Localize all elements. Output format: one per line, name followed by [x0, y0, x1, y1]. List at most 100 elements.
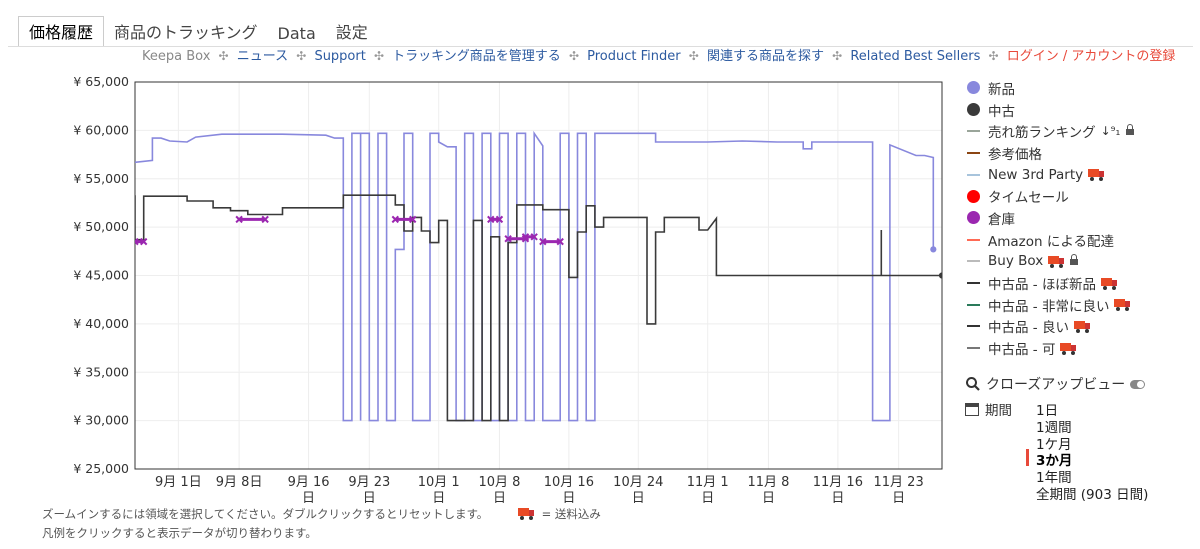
x-tick-label: 10月 16	[544, 475, 594, 490]
period-option-1-day[interactable]: 1日	[1036, 399, 1148, 419]
legend-amazon-delivery-marker	[966, 238, 980, 241]
chart-legend: 新品 中古 売れ筋ランキング ↓⁹₁ 参考価格 New 3rd Party タイ…	[965, 77, 1135, 359]
legend-used-like-new-marker	[966, 282, 980, 285]
series-line-used	[135, 194, 942, 422]
legend-label: 新品	[988, 81, 1015, 98]
search-icon	[966, 377, 980, 391]
legend-label: 中古品 - 可	[988, 342, 1056, 359]
legend-item-new-3rd-party[interactable]: New 3rd Party	[965, 164, 1134, 186]
truck-icon	[1048, 255, 1065, 268]
x-tick-label-suffix: 日	[831, 491, 844, 506]
series-line-new	[135, 130, 935, 422]
legend-item-list-price[interactable]: 参考価格	[965, 142, 1134, 164]
legend-used-marker	[966, 103, 980, 117]
period-option-all[interactable]: 全期間 (903 日間)	[1036, 483, 1148, 503]
x-tick-label: 9月 8日	[216, 475, 263, 490]
shipping-included-note: = 送料込み	[541, 507, 601, 521]
legend-used-very-good-marker	[966, 303, 980, 306]
legend-new-3rd-party-marker	[966, 173, 980, 176]
legend-item-new[interactable]: 新品	[965, 77, 1134, 99]
truck-icon	[1073, 320, 1090, 333]
legend-buy-box-marker	[966, 260, 980, 263]
plot-series-group	[135, 130, 942, 422]
legend-used-acceptable-marker	[966, 347, 980, 350]
x-tick-label: 11月 1	[687, 475, 729, 490]
legend-label: 参考価格	[988, 146, 1042, 163]
y-tick-label: ¥ 45,000	[73, 268, 129, 283]
x-tick-label-suffix: 日	[302, 491, 315, 506]
legend-item-lightning-deal[interactable]: タイムセール	[965, 185, 1134, 207]
legend-label: 倉庫	[988, 211, 1015, 228]
y-tick-label: ¥ 40,000	[73, 316, 129, 331]
x-tick-label: 11月 8	[747, 475, 789, 490]
x-tick-label: 10月 24	[613, 475, 663, 490]
legend-used-good-marker	[966, 325, 980, 328]
legend-item-amazon-delivery[interactable]: Amazon による配達	[965, 229, 1134, 251]
truck-icon	[1088, 169, 1105, 182]
chart-help-text: ズームインするには領域を選択してください。ダブルクリックするとリセットします。 …	[42, 505, 601, 543]
legend-label: 中古品 - 非常に良い	[988, 298, 1110, 315]
legend-item-warehouse[interactable]: 倉庫	[965, 207, 1134, 229]
lock-icon	[1126, 124, 1135, 136]
legend-label: Amazon による配達	[988, 233, 1114, 250]
period-option-3-months[interactable]: 3か月	[1026, 449, 1148, 469]
legend-item-used-good[interactable]: 中古品 - 良い	[965, 316, 1134, 338]
series-end-marker	[930, 246, 937, 253]
x-tick-label-suffix: 日	[562, 491, 575, 506]
period-option-1-week[interactable]: 1週間	[1036, 416, 1148, 436]
legend-label: New 3rd Party	[988, 166, 1084, 183]
legend-item-used[interactable]: 中古	[965, 99, 1134, 121]
x-tick-label: 9月 23	[348, 475, 390, 490]
close-up-view-label: クローズアップビュー	[986, 377, 1126, 393]
y-tick-label: ¥ 60,000	[73, 122, 129, 137]
x-tick-label-suffix: 日	[701, 491, 714, 506]
x-tick-label-suffix: 日	[432, 491, 445, 506]
truck-icon	[1100, 277, 1117, 290]
y-tick-label: ¥ 55,000	[73, 171, 129, 186]
legend-label: 中古品 - ほぼ新品	[988, 277, 1096, 294]
sort-icon: ↓⁹₁	[1100, 124, 1121, 139]
truck-icon	[517, 508, 534, 520]
x-tick-label: 11月 16	[813, 475, 863, 490]
x-tick-label-suffix: 日	[632, 491, 645, 506]
period-label: 期間	[985, 403, 1012, 419]
calendar-icon	[965, 402, 979, 416]
close-up-view-toggle[interactable]: クローズアップビュー	[965, 374, 1146, 394]
legend-label: Buy Box	[988, 253, 1044, 270]
y-tick-label: ¥ 30,000	[73, 413, 129, 428]
legend-warehouse-marker	[966, 211, 980, 225]
truck-icon	[1060, 342, 1077, 355]
legend-label: 中古	[988, 103, 1015, 120]
legend-sales-rank-marker	[966, 130, 980, 133]
legend-item-used-very-good[interactable]: 中古品 - 非常に良い	[965, 294, 1134, 316]
series-end-marker	[938, 272, 942, 279]
zoom-help-text: ズームインするには領域を選択してください。ダブルクリックするとリセットします。	[42, 507, 489, 521]
legend-item-used-like-new[interactable]: 中古品 - ほぼ新品	[965, 272, 1134, 294]
period-selector: 期間 1日 1週間 1ケ月 3か月 1年間 全期間 (903 日間)	[965, 399, 1148, 503]
x-tick-label-suffix: 日	[493, 491, 506, 506]
y-tick-label: ¥ 65,000	[73, 74, 129, 89]
x-tick-label-suffix: 日	[762, 491, 775, 506]
legend-label: タイムセール	[988, 190, 1069, 207]
y-tick-label: ¥ 35,000	[73, 364, 129, 379]
x-tick-label: 9月 16	[288, 475, 330, 490]
legend-label: 中古品 - 良い	[988, 320, 1069, 337]
legend-label: 売れ筋ランキング	[988, 125, 1096, 142]
legend-item-used-acceptable[interactable]: 中古品 - 可	[965, 337, 1134, 359]
x-tick-label: 11月 23	[874, 475, 924, 490]
y-tick-label: ¥ 25,000	[73, 461, 129, 476]
x-tick-label: 9月 1日	[155, 475, 202, 490]
legend-help-text: 凡例をクリックすると表示データが切り替わります。	[42, 526, 317, 540]
truck-icon	[1114, 299, 1131, 312]
legend-lightning-deal-marker	[966, 189, 980, 203]
x-tick-label-suffix: 日	[892, 491, 905, 506]
y-tick-label: ¥ 50,000	[73, 219, 129, 234]
x-tick-label-suffix: 日	[363, 491, 376, 506]
toggle-switch-icon[interactable]	[1130, 379, 1146, 389]
period-option-1-year[interactable]: 1年間	[1036, 466, 1148, 486]
period-option-1-month[interactable]: 1ケ月	[1036, 433, 1148, 453]
legend-item-buy-box[interactable]: Buy Box	[965, 251, 1134, 273]
lock-icon	[1070, 254, 1079, 266]
legend-item-sales-rank[interactable]: 売れ筋ランキング ↓⁹₁	[965, 120, 1135, 142]
x-tick-label: 10月 1	[418, 475, 460, 490]
